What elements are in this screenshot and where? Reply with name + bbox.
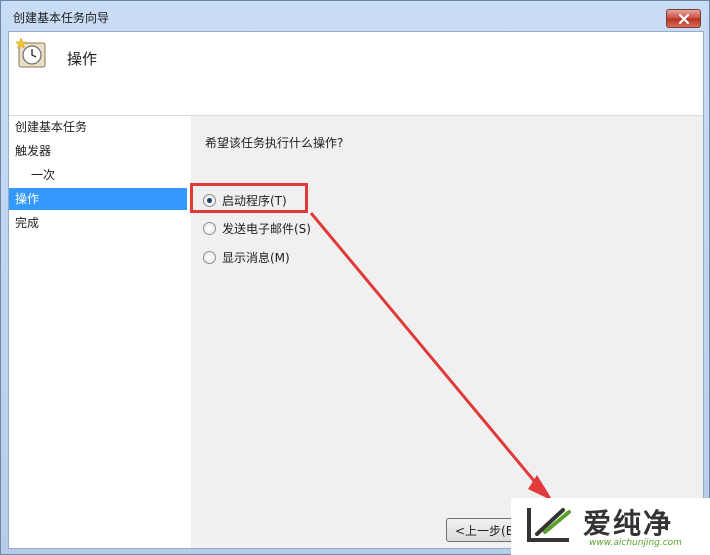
- watermark: 爱纯净 www.aichunjing.com: [511, 498, 710, 555]
- wizard-header: 操作: [9, 32, 703, 116]
- radio-send-email[interactable]: [203, 221, 216, 235]
- watermark-logo-icon: [527, 508, 571, 542]
- nav-step-action[interactable]: 操作: [9, 188, 187, 210]
- wizard-window: 创建基本任务向导 操作 创建基本任务 触发器 一次 操作 完成 希望该任务执行什…: [0, 0, 710, 555]
- window-title: 创建基本任务向导: [13, 11, 110, 25]
- close-button[interactable]: [666, 9, 701, 28]
- clock-icon: [15, 37, 46, 68]
- radio-show-message[interactable]: [203, 250, 216, 264]
- option-send-email[interactable]: 发送电子邮件(S): [203, 218, 311, 238]
- wizard-steps-nav: 创建基本任务 触发器 一次 操作 完成: [9, 116, 191, 548]
- watermark-name: 爱纯净: [583, 507, 674, 540]
- option-show-message[interactable]: 显示消息(M): [203, 247, 290, 267]
- nav-step-finish[interactable]: 完成: [9, 212, 187, 234]
- close-icon: [678, 13, 689, 24]
- watermark-url: www.aichunjing.com: [589, 538, 682, 548]
- nav-step-trigger[interactable]: 触发器: [9, 140, 187, 162]
- action-question: 希望该任务执行什么操作?: [205, 136, 344, 150]
- wizard-client-area: 操作 创建基本任务 触发器 一次 操作 完成 希望该任务执行什么操作? 启动程序…: [8, 31, 704, 549]
- nav-step-create-task[interactable]: 创建基本任务: [9, 116, 187, 138]
- option-label: 发送电子邮件(S): [222, 221, 311, 236]
- page-title: 操作: [67, 50, 98, 68]
- option-label: 显示消息(M): [222, 250, 290, 265]
- wizard-content: 希望该任务执行什么操作? 启动程序(T) 发送电子邮件(S) 显示消息(M): [191, 116, 703, 548]
- nav-step-once[interactable]: 一次: [9, 164, 187, 186]
- title-bar[interactable]: 创建基本任务向导: [1, 1, 709, 31]
- annotation-highlight-box: [190, 183, 308, 213]
